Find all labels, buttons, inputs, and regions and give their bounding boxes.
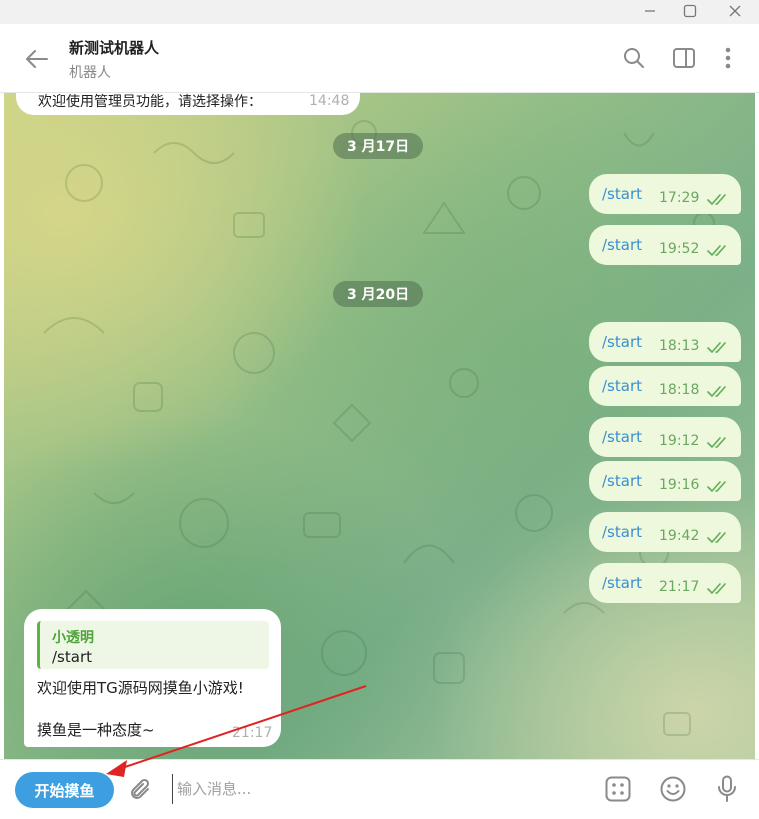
message-bubble-incoming[interactable]: 欢迎使用管理员功能，请选择操作： 14:48 — [16, 93, 360, 115]
double-check-icon — [707, 580, 729, 599]
message-bubble-incoming[interactable]: 小透明 /start 欢迎使用TG源码网摸鱼小游戏! 摸鱼是一种态度~ 21:1… — [24, 609, 281, 747]
message-text: /start — [602, 472, 642, 490]
search-icon[interactable] — [620, 44, 648, 72]
grid-icon[interactable] — [603, 774, 633, 804]
message-time: 18:13 — [659, 338, 700, 354]
message-bubble-outgoing[interactable]: /start 19:16 — [589, 461, 741, 501]
reply-text: /start — [52, 648, 92, 666]
message-bubble-outgoing[interactable]: /start 18:13 — [589, 322, 741, 362]
double-check-icon — [707, 529, 729, 548]
message-bubble-outgoing[interactable]: /start 19:42 — [589, 512, 741, 552]
message-text: /start — [602, 377, 642, 395]
double-check-icon — [707, 242, 729, 261]
message-text: 欢迎使用管理员功能，请选择操作： — [38, 94, 262, 110]
message-text: /start — [602, 428, 642, 446]
start-fishing-button[interactable]: 开始摸鱼 — [15, 772, 114, 808]
chat-subtitle: 机器人 — [69, 65, 111, 81]
sidebar-toggle-icon[interactable] — [670, 44, 698, 72]
message-time: 19:12 — [659, 433, 700, 449]
chat-title[interactable]: 新测试机器人 — [69, 37, 159, 58]
double-check-icon — [707, 339, 729, 358]
double-check-icon — [707, 383, 729, 402]
reply-quote[interactable]: 小透明 /start — [37, 621, 269, 669]
window-titlebar — [0, 0, 759, 24]
reply-author: 小透明 — [52, 630, 94, 646]
back-arrow-icon[interactable] — [22, 46, 52, 72]
emoji-icon[interactable] — [658, 774, 688, 804]
message-time: 14:48 — [309, 93, 350, 109]
microphone-icon[interactable] — [712, 774, 742, 804]
date-separator: 3 月20日 — [333, 281, 424, 307]
message-time: 17:29 — [659, 190, 700, 206]
message-time: 21:17 — [232, 725, 273, 741]
message-text: /start — [602, 333, 642, 351]
message-text: 欢迎使用TG源码网摸鱼小游戏! — [37, 679, 244, 697]
more-vertical-icon[interactable] — [714, 44, 742, 72]
paperclip-icon[interactable] — [126, 775, 156, 805]
message-bubble-outgoing[interactable]: /start 18:18 — [589, 366, 741, 406]
chat-header: 新测试机器人 机器人 — [0, 24, 759, 93]
message-time: 19:52 — [659, 241, 700, 257]
minimize-icon[interactable] — [632, 0, 668, 22]
double-check-icon — [707, 478, 729, 497]
message-input[interactable] — [172, 774, 581, 804]
message-bubble-outgoing[interactable]: /start 17:29 — [589, 174, 741, 214]
message-text: /start — [602, 574, 642, 592]
message-time: 19:42 — [659, 528, 700, 544]
message-text: /start — [602, 185, 642, 203]
double-check-icon — [707, 434, 729, 453]
message-time: 19:16 — [659, 477, 700, 493]
message-bubble-outgoing[interactable]: /start 19:52 — [589, 225, 741, 265]
message-bubble-outgoing[interactable]: /start 19:12 — [589, 417, 741, 457]
message-time: 21:17 — [659, 579, 700, 595]
message-text: 摸鱼是一种态度~ — [37, 721, 155, 739]
message-time: 18:18 — [659, 382, 700, 398]
date-separator: 3 月17日 — [333, 133, 424, 159]
message-text: /start — [602, 236, 642, 254]
message-text: /start — [602, 523, 642, 541]
double-check-icon — [707, 191, 729, 210]
message-bubble-outgoing[interactable]: /start 21:17 — [589, 563, 741, 603]
maximize-icon[interactable] — [672, 0, 708, 22]
message-composer: 开始摸鱼 — [0, 759, 759, 819]
close-icon[interactable] — [717, 0, 753, 22]
chat-message-area[interactable]: 欢迎使用管理员功能，请选择操作： 14:48 3 月17日 /start 17:… — [4, 93, 755, 759]
